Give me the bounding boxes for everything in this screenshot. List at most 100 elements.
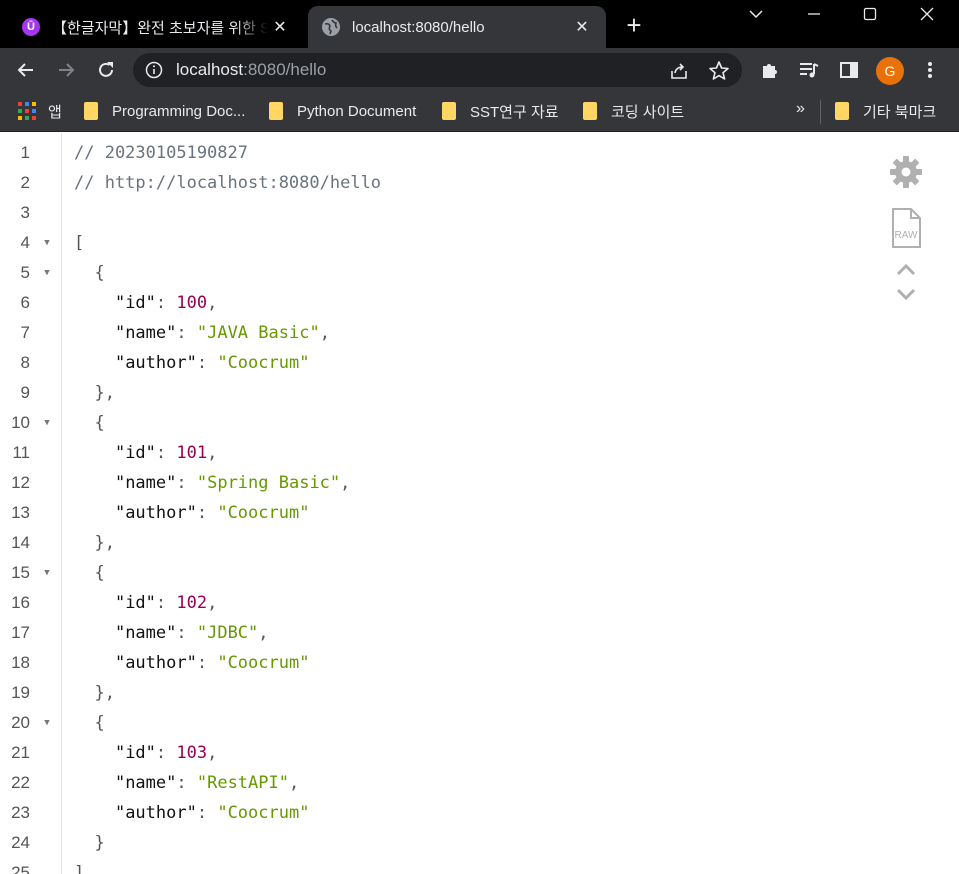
colon: : [196, 803, 218, 823]
code-line: 10 ▼ { [0, 408, 870, 438]
bookmark-folder-coding[interactable]: 코딩 사이트 [583, 100, 684, 122]
line-number: 24 [11, 833, 30, 852]
json-string-value: "JAVA Basic" [196, 323, 320, 343]
raw-label: RAW [895, 230, 919, 241]
code-line: 16 "id": 102, [0, 588, 870, 618]
object-close-brace: } [74, 828, 104, 858]
code-line: 8 "author": "Coocrum" [0, 348, 870, 378]
extensions-puzzle-icon[interactable] [756, 56, 784, 84]
collapse-up-chevron-icon[interactable] [886, 261, 926, 279]
bookmarks-bar: 앱 Programming Doc... Python Document SST… [0, 92, 959, 132]
forward-arrow-icon[interactable] [52, 56, 80, 84]
close-tab-icon[interactable]: ✕ [570, 15, 594, 39]
line-number: 14 [11, 533, 30, 552]
fold-toggle-icon[interactable]: ▼ [42, 228, 52, 258]
colon: : [155, 743, 177, 763]
line-number: 17 [11, 623, 30, 642]
folder-icon [835, 102, 849, 120]
bookmarks-divider [820, 100, 821, 124]
json-property-id: "id": 102, [74, 588, 217, 618]
object-open-brace: { [74, 258, 104, 288]
line-number: 7 [20, 323, 30, 342]
object-close-brace: }, [74, 378, 115, 408]
json-string-value: "Spring Basic" [196, 473, 341, 493]
code-line: 14 }, [0, 528, 870, 558]
json-string-value: "RestAPI" [196, 773, 289, 793]
line-number: 3 [20, 203, 30, 222]
line-number: 6 [20, 293, 30, 312]
line-number: 19 [11, 683, 30, 702]
folder-icon [442, 102, 456, 120]
code-line: 5 ▼ { [0, 258, 870, 288]
fold-toggle-icon[interactable]: ▼ [42, 708, 52, 738]
code-line: 15 ▼ { [0, 558, 870, 588]
fold-toggle-icon[interactable]: ▼ [42, 558, 52, 588]
fold-toggle-icon[interactable]: ▼ [42, 408, 52, 438]
profile-avatar[interactable]: G [876, 57, 904, 85]
url-text: localhost:8080/hello [176, 60, 326, 80]
bookmark-folder-programming[interactable]: Programming Doc... [84, 100, 245, 122]
json-key: "author" [114, 503, 197, 523]
brace: { [94, 413, 105, 433]
bookmark-apps[interactable]: 앱 [18, 100, 62, 122]
tab-udemy-course[interactable]: Ū 【한글자막】완전 초보자를 위한 Spring ✕ [8, 6, 304, 48]
line-number: 21 [11, 743, 30, 762]
media-playlist-icon[interactable] [795, 56, 823, 84]
colon: : [196, 353, 218, 373]
json-property-name: "name": "RestAPI", [74, 768, 299, 798]
code-line: 25 ] [0, 858, 870, 874]
line-number: 12 [11, 473, 30, 492]
apps-grid-icon [18, 102, 36, 120]
address-bar[interactable]: localhost:8080/hello [133, 53, 742, 87]
share-icon[interactable] [667, 59, 691, 83]
line-number: 13 [11, 503, 30, 522]
comma: , [207, 293, 218, 313]
url-path: :8080/hello [243, 60, 327, 79]
tab-search-icon[interactable] [728, 0, 784, 28]
fold-toggle-icon[interactable]: ▼ [42, 258, 52, 288]
json-key: "name" [114, 773, 177, 793]
reload-icon[interactable] [92, 56, 120, 84]
comma: , [207, 443, 218, 463]
json-key: "id" [114, 593, 156, 613]
json-key: "author" [114, 353, 197, 373]
side-panel-icon[interactable] [835, 56, 863, 84]
raw-view-button[interactable]: RAW [886, 207, 926, 249]
brace: }, [94, 533, 115, 553]
bookmark-label: 코딩 사이트 [611, 103, 685, 121]
bookmark-folder-sst[interactable]: SST연구 자료 [442, 100, 559, 122]
close-window-icon[interactable] [899, 0, 955, 28]
json-key: "id" [114, 743, 156, 763]
close-tab-icon[interactable]: ✕ [268, 15, 292, 39]
code-line: 24 } [0, 828, 870, 858]
bookmark-label: 기타 북마크 [863, 103, 937, 121]
maximize-icon[interactable] [842, 0, 898, 28]
browser-toolbar: localhost:8080/hello G [0, 48, 959, 92]
expand-down-chevron-icon[interactable] [886, 285, 926, 303]
new-tab-button[interactable]: + [620, 12, 648, 40]
json-key: "id" [114, 443, 156, 463]
colon: : [176, 773, 197, 793]
back-arrow-icon[interactable] [12, 56, 40, 84]
settings-gear-icon[interactable] [886, 153, 926, 191]
json-number-value: 101 [176, 443, 208, 463]
json-property-name: "name": "JDBC", [74, 618, 269, 648]
colon: : [155, 593, 177, 613]
tab-localhost[interactable]: localhost:8080/hello ✕ [308, 6, 606, 48]
bookmark-folder-other[interactable]: 기타 북마크 [835, 100, 936, 122]
bookmark-folder-python[interactable]: Python Document [269, 100, 416, 122]
brace: }, [94, 383, 115, 403]
minimize-icon[interactable] [786, 0, 842, 28]
bookmarks-overflow-button[interactable]: » [796, 100, 805, 118]
json-string-value: "Coocrum" [217, 503, 310, 523]
bookmark-label: Programming Doc... [112, 102, 246, 120]
menu-kebab-icon[interactable] [916, 56, 944, 84]
comma: , [207, 593, 218, 613]
bookmark-star-icon[interactable] [707, 59, 731, 83]
json-key: "name" [114, 473, 177, 493]
json-property-author: "author": "Coocrum" [74, 498, 310, 528]
json-property-author: "author": "Coocrum" [74, 348, 310, 378]
tab-title: 【한글자막】완전 초보자를 위한 Spring [52, 19, 268, 37]
site-info-icon[interactable] [145, 61, 163, 79]
json-viewer: 1 // 20230105190827 2 // http://localhos… [0, 133, 959, 874]
